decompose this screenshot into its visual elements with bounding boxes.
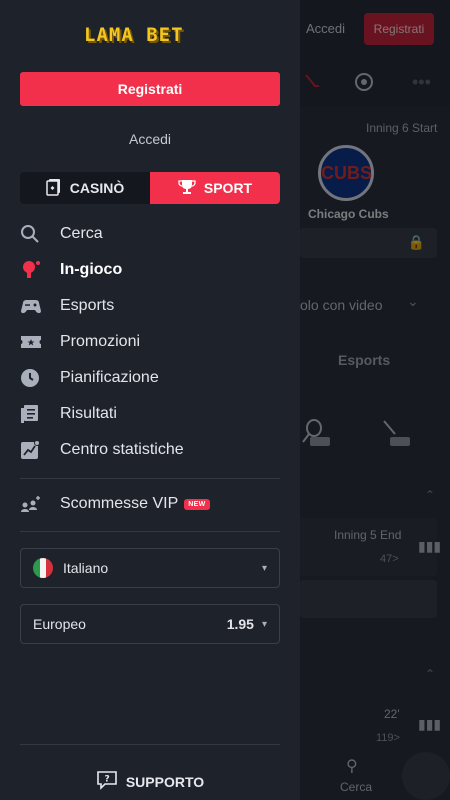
cards-icon [46, 178, 62, 199]
vip-users-icon [20, 495, 60, 513]
divider-3 [20, 744, 280, 745]
casino-sport-switch: CASINÒ SPORT [20, 172, 280, 204]
login-link[interactable]: Accedi [0, 131, 300, 147]
menu-item-pianificazione[interactable]: Pianificazione [20, 360, 280, 396]
language-value: Italiano [63, 560, 109, 576]
search-icon [20, 224, 60, 244]
support-button[interactable]: ? SUPPORTO [0, 770, 300, 793]
menu-item-cerca[interactable]: Cerca [20, 216, 280, 252]
sport-menu: Cerca In-gioco Esports Promozioni Pianif… [20, 216, 280, 468]
language-select[interactable]: Italiano ▾ [20, 548, 280, 588]
trophy-icon [178, 179, 196, 198]
menu-item-vip[interactable]: Scommesse VIP NEW [20, 486, 280, 522]
tab-sport-label: SPORT [203, 180, 253, 196]
stats-icon [20, 440, 60, 460]
svg-text:?: ? [104, 775, 109, 785]
divider [20, 478, 280, 479]
italy-flag-icon [33, 558, 53, 578]
menu-item-promozioni[interactable]: Promozioni [20, 324, 280, 360]
vip-label: Scommesse VIP [60, 495, 179, 512]
ticket-icon [20, 333, 60, 351]
results-icon [20, 404, 60, 424]
odds-format-select[interactable]: Europeo 1.95 ▾ [20, 604, 280, 644]
divider-2 [20, 531, 280, 532]
odds-format-label: Europeo [33, 616, 86, 632]
tab-casino-label: CASINÒ [69, 180, 125, 196]
register-button[interactable]: Registrati [20, 72, 280, 106]
gamepad-icon [20, 297, 60, 315]
tab-casino[interactable]: CASINÒ [20, 172, 150, 204]
odds-format-value: 1.95 [226, 616, 254, 632]
brand-logo[interactable]: LAMA BET [84, 24, 216, 48]
menu-item-esports[interactable]: Esports [20, 288, 280, 324]
menu-item-centro-statistiche[interactable]: Centro statistiche [20, 432, 280, 468]
live-mic-icon [20, 260, 60, 280]
support-chat-icon: ? [96, 770, 118, 793]
clock-icon [20, 368, 60, 388]
menu-item-in-gioco[interactable]: In-gioco [20, 252, 280, 288]
chevron-down-icon: ▾ [261, 562, 267, 574]
new-badge: NEW [184, 498, 210, 510]
tab-sport[interactable]: SPORT [150, 172, 280, 204]
menu-item-risultati[interactable]: Risultati [20, 396, 280, 432]
chevron-down-icon-2: ▾ [261, 618, 267, 630]
support-label: SUPPORTO [125, 773, 205, 790]
side-drawer: LAMA BET Registrati Accedi CASINÒ SPORT … [0, 0, 300, 800]
